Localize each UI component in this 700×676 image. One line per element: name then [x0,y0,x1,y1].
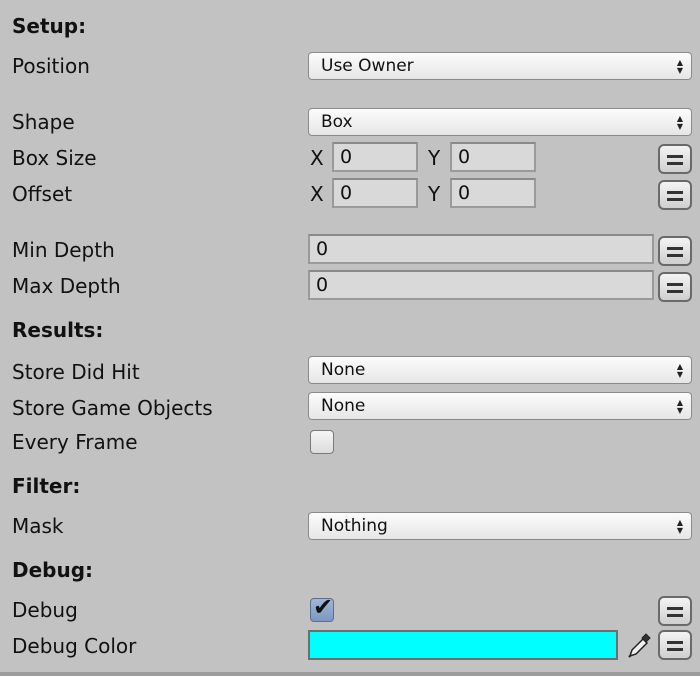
mask-dropdown[interactable]: Nothing ▲ ▼ [308,512,692,540]
min-depth-label: Min Depth [12,238,115,262]
position-dropdown[interactable]: Use Owner ▲ ▼ [308,52,692,80]
store-game-objects-dropdown[interactable]: None ▲ ▼ [308,392,692,420]
offset-menu-button[interactable] [658,180,692,210]
every-frame-checkbox[interactable] [310,430,334,454]
box-size-x-label: X [310,146,324,170]
box-size-label: Box Size [12,146,97,170]
every-frame-label: Every Frame [12,430,138,454]
store-game-objects-label: Store Game Objects [12,396,213,420]
section-header-filter: Filter: [12,474,81,498]
debug-color-menu-button[interactable] [658,630,692,660]
debug-checkbox[interactable]: ✔ [310,593,334,622]
shape-dropdown-value: Box [321,112,353,132]
debug-color-swatch[interactable] [308,630,618,660]
min-depth-field[interactable]: 0 [308,234,654,264]
eyedropper-icon[interactable] [624,630,654,660]
updown-arrow-icon: ▲ ▼ [676,398,683,415]
updown-arrow-icon: ▲ ▼ [676,114,683,131]
position-label: Position [12,54,90,78]
max-depth-menu-button[interactable] [658,272,692,302]
offset-label: Offset [12,182,73,206]
shape-dropdown[interactable]: Box ▲ ▼ [308,108,692,136]
offset-x-label: X [310,182,324,206]
store-did-hit-label: Store Did Hit [12,360,140,384]
section-header-setup: Setup: [12,14,87,38]
offset-y-field[interactable]: 0 [450,178,536,208]
offset-x-field[interactable]: 0 [332,178,418,208]
store-did-hit-dropdown[interactable]: None ▲ ▼ [308,356,692,384]
max-depth-field[interactable]: 0 [308,270,654,300]
updown-arrow-icon: ▲ ▼ [676,518,683,535]
store-game-objects-value: None [321,396,366,416]
checkmark-icon: ✔ [313,593,334,621]
section-header-debug: Debug: [12,558,94,582]
shape-label: Shape [12,110,75,134]
store-did-hit-value: None [321,360,366,380]
box-size-x-field[interactable]: 0 [332,142,418,172]
max-depth-label: Max Depth [12,274,121,298]
min-depth-menu-button[interactable] [658,236,692,266]
section-header-results: Results: [12,318,104,342]
offset-y-label: Y [428,182,441,206]
mask-value: Nothing [321,516,388,536]
mask-label: Mask [12,514,64,538]
box-size-y-field[interactable]: 0 [450,142,536,172]
debug-menu-button[interactable] [658,596,692,626]
updown-arrow-icon: ▲ ▼ [676,58,683,75]
debug-color-label: Debug Color [12,634,137,658]
debug-label: Debug [12,598,78,622]
updown-arrow-icon: ▲ ▼ [676,362,683,379]
box-size-menu-button[interactable] [658,144,692,174]
position-dropdown-value: Use Owner [321,56,414,76]
box-size-y-label: Y [428,146,441,170]
panel-bottom-divider [0,672,700,676]
